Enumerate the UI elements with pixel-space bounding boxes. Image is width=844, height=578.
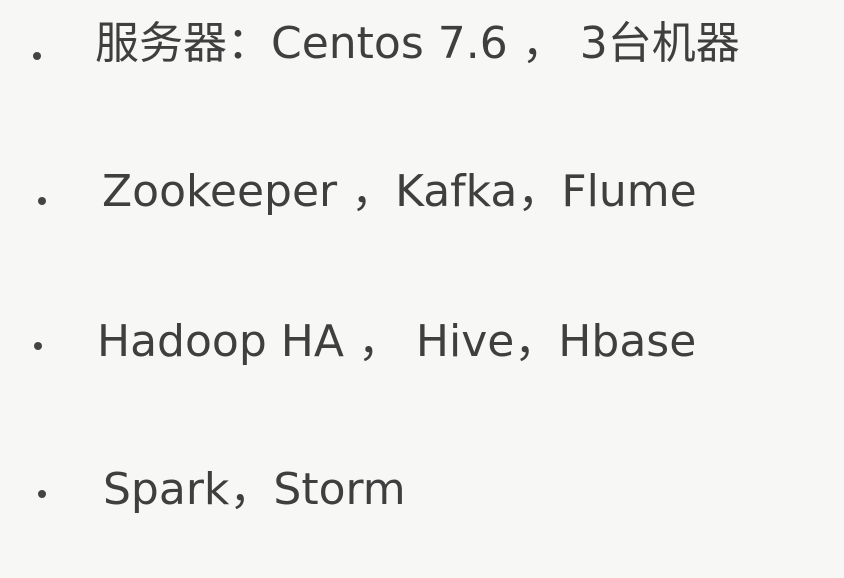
bullet-text: Zookeeper ，Kafka，Flume — [102, 166, 697, 217]
bullet-text: 服务器：Centos 7.6 ， 3台机器 — [95, 18, 740, 69]
slide: 服务器：Centos 7.6 ， 3台机器 Zookeeper ，Kafka，F… — [0, 0, 844, 578]
bullet-dot-icon — [33, 52, 41, 60]
bullet-dot-icon — [34, 342, 42, 350]
bullet-dot-icon — [38, 197, 46, 205]
bullet-dot-icon — [38, 490, 46, 498]
bullet-text: Hadoop HA ， Hive，Hbase — [97, 316, 697, 367]
bullet-text: Spark，Storm — [103, 464, 406, 515]
